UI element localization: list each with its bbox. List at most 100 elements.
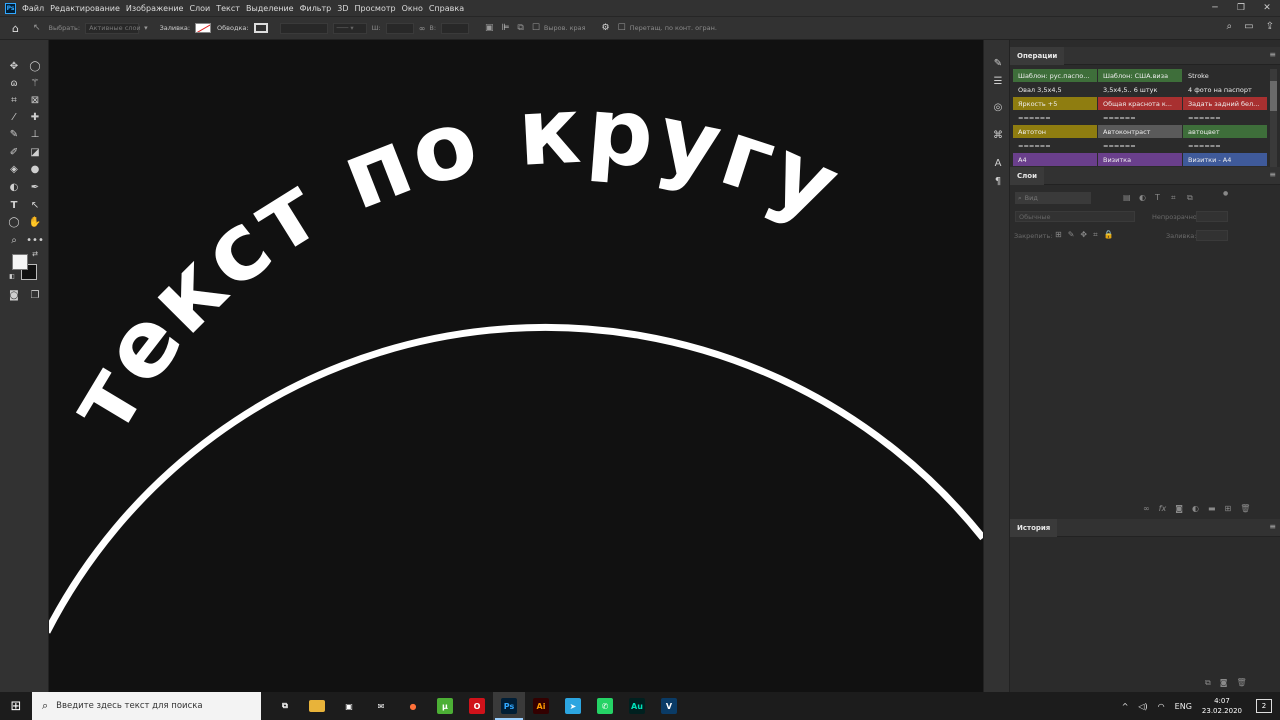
- scroll-thumb[interactable]: [1270, 81, 1277, 111]
- taskbar-app-firefox[interactable]: ●: [397, 692, 429, 720]
- restore-icon[interactable]: ❐: [1228, 0, 1254, 16]
- actions-scrollbar[interactable]: [1270, 69, 1277, 167]
- home-icon[interactable]: ⌂: [12, 22, 19, 35]
- menu-edit[interactable]: Редактирование: [50, 4, 120, 13]
- workspace-icon[interactable]: ▭: [1244, 21, 1253, 32]
- menu-filter[interactable]: Фильтр: [300, 4, 332, 13]
- pen-tool-icon[interactable]: ✒: [26, 180, 44, 194]
- action-item[interactable]: Автоконтраст: [1098, 125, 1183, 139]
- action-item[interactable]: ======: [1098, 111, 1183, 125]
- checkbox-icon[interactable]: ☐: [618, 23, 626, 33]
- magic-wand-tool-icon[interactable]: ⚚: [26, 76, 44, 90]
- action-item[interactable]: 3,5х4,5.. 6 штук: [1098, 83, 1183, 97]
- stroke-swatch[interactable]: [253, 23, 268, 33]
- character-icon[interactable]: A: [991, 156, 1005, 170]
- taskbar-app-store[interactable]: ▣: [333, 692, 365, 720]
- ellipse-tool-icon[interactable]: ◯: [5, 215, 23, 229]
- default-colors-icon[interactable]: ◧: [7, 272, 17, 280]
- menu-type[interactable]: Текст: [216, 4, 240, 13]
- action-item[interactable]: автоцвет: [1183, 125, 1268, 139]
- menu-image[interactable]: Изображение: [126, 4, 184, 13]
- path-selection-tool-icon[interactable]: ↖: [26, 198, 44, 212]
- healing-brush-tool-icon[interactable]: ✚: [26, 110, 44, 124]
- libraries-icon[interactable]: ◎: [991, 100, 1005, 114]
- filter-adjustment-icon[interactable]: ◐: [1139, 193, 1146, 202]
- stroke-width-field[interactable]: [279, 22, 328, 34]
- action-item[interactable]: Общая краснота к...: [1098, 97, 1183, 111]
- action-item[interactable]: Автотон: [1013, 125, 1098, 139]
- action-item[interactable]: 4 фото на паспорт: [1183, 83, 1268, 97]
- select-dropdown[interactable]: Активные слои: [85, 22, 141, 34]
- swap-colors-icon[interactable]: ⇄: [30, 250, 40, 258]
- action-item[interactable]: ======: [1183, 139, 1268, 153]
- share-icon[interactable]: ⇪: [1266, 21, 1274, 32]
- action-item[interactable]: ======: [1013, 111, 1098, 125]
- action-item[interactable]: Задать задний бел...: [1183, 97, 1268, 111]
- taskbar-app-illustrator[interactable]: Ai: [525, 692, 557, 720]
- menu-view[interactable]: Просмотр: [355, 4, 396, 13]
- menu-3d[interactable]: 3D: [337, 4, 348, 13]
- paths-icon[interactable]: ⌘: [991, 128, 1005, 142]
- taskbar-app-whatsapp[interactable]: ✆: [589, 692, 621, 720]
- path-operations-icon[interactable]: ▣: [485, 23, 494, 33]
- action-item[interactable]: Stroke: [1183, 69, 1268, 83]
- speaker-icon[interactable]: ◁): [1138, 702, 1147, 711]
- stamp-tool-icon[interactable]: ⊥: [26, 127, 44, 141]
- filter-smart-object-icon[interactable]: ⧉: [1187, 193, 1193, 203]
- action-item[interactable]: Яркость +5: [1013, 97, 1098, 111]
- taskbar-app-vegas[interactable]: V: [653, 692, 685, 720]
- path-selection-icon[interactable]: ↖: [33, 23, 41, 33]
- history-brush-tool-icon[interactable]: ✐: [5, 145, 23, 159]
- checkbox-icon[interactable]: ☐: [532, 23, 540, 33]
- path-arrangement-icon[interactable]: ⧉: [517, 23, 523, 33]
- link-icon[interactable]: ∞: [419, 24, 426, 33]
- taskbar-app-explorer[interactable]: ▬: [301, 692, 333, 720]
- minimize-icon[interactable]: ─: [1202, 0, 1228, 16]
- mask-icon[interactable]: ◙: [1175, 504, 1183, 513]
- move-tool-icon[interactable]: ✥: [5, 59, 23, 73]
- marquee-tool-icon[interactable]: ◯: [26, 59, 44, 73]
- menu-window[interactable]: Окно: [402, 4, 423, 13]
- taskbar-app-task-view[interactable]: ⧉: [269, 692, 301, 720]
- layer-fill-field[interactable]: [1196, 230, 1228, 241]
- layers-filter-search[interactable]: ⌕ Вид: [1015, 192, 1091, 204]
- clock[interactable]: 4:07 23.02.2020: [1202, 696, 1242, 716]
- dodge-tool-icon[interactable]: ◐: [5, 180, 23, 194]
- history-tab[interactable]: История: [1010, 518, 1058, 537]
- filter-toggle-icon[interactable]: ●: [1223, 190, 1228, 197]
- lock-icons[interactable]: ⊞✎✥⌗🔒: [1055, 230, 1120, 240]
- taskbar-search[interactable]: ⌕ Введите здесь текст для поиска: [32, 692, 261, 720]
- wifi-icon[interactable]: ◠: [1158, 702, 1165, 711]
- action-item[interactable]: ======: [1098, 139, 1183, 153]
- trash-icon[interactable]: 🗑: [1240, 504, 1250, 513]
- notifications-icon[interactable]: 2: [1256, 699, 1272, 713]
- action-item[interactable]: Визитка: [1098, 153, 1183, 167]
- path-alignment-icon[interactable]: ⊫: [502, 23, 510, 33]
- filter-type-icon[interactable]: T: [1155, 193, 1160, 202]
- new-layer-icon[interactable]: ⊞: [1225, 504, 1232, 513]
- adjustment-layer-icon[interactable]: ◐: [1192, 504, 1199, 513]
- more-tools-icon[interactable]: •••: [26, 233, 44, 247]
- panel-menu-icon[interactable]: ≡: [1269, 170, 1276, 179]
- taskbar-app-photoshop[interactable]: Ps: [493, 692, 525, 720]
- blur-tool-icon[interactable]: ●: [26, 162, 44, 176]
- taskbar-app-telegram[interactable]: ➤: [557, 692, 589, 720]
- paint-bucket-tool-icon[interactable]: ◈: [5, 162, 23, 176]
- new-document-from-state-icon[interactable]: ⧉: [1205, 678, 1211, 688]
- paragraph-icon[interactable]: ¶: [991, 174, 1005, 188]
- fill-swatch[interactable]: [195, 23, 212, 33]
- fx-icon[interactable]: fx: [1159, 504, 1167, 513]
- type-tool-icon[interactable]: T: [5, 198, 23, 212]
- frame-tool-icon[interactable]: ⊠: [26, 93, 44, 107]
- action-item[interactable]: ======: [1013, 139, 1098, 153]
- brush-tool-icon[interactable]: ✎: [5, 127, 23, 141]
- screen-mode-icon[interactable]: ❐: [26, 288, 44, 302]
- menu-file[interactable]: Файл: [22, 4, 44, 13]
- language-indicator[interactable]: ENG: [1175, 702, 1192, 711]
- gear-icon[interactable]: ⚙: [602, 23, 610, 33]
- quick-mask-icon[interactable]: ◙: [5, 288, 23, 302]
- chevron-up-icon[interactable]: ^: [1122, 702, 1129, 711]
- taskbar-app-utorrent[interactable]: μ: [429, 692, 461, 720]
- zoom-tool-icon[interactable]: ⌕: [5, 233, 23, 247]
- snapshot-icon[interactable]: ◙: [1220, 678, 1228, 688]
